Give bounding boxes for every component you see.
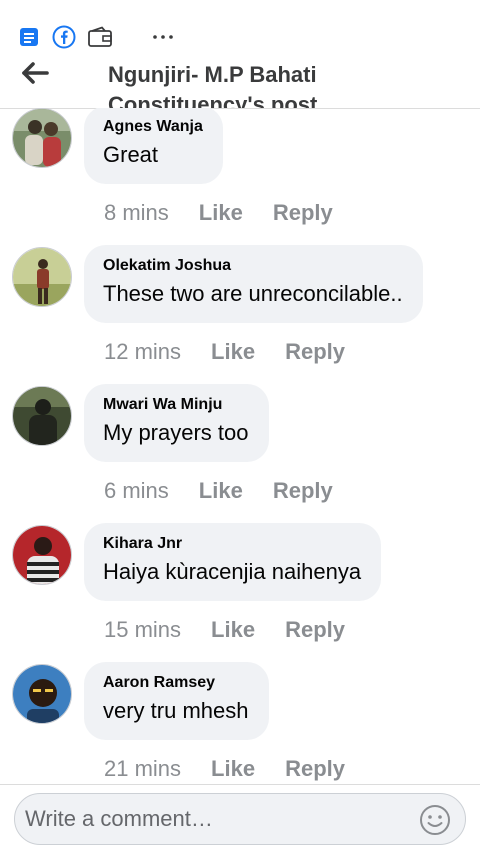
like-button[interactable]: Like [199, 478, 243, 504]
status-bar [0, 0, 480, 19]
facebook-icon[interactable] [51, 24, 77, 50]
like-button[interactable]: Like [211, 339, 255, 365]
comment-item: Olekatim Joshua These two are unreconcil… [0, 245, 480, 386]
page-title-line-1: Ngunjiri- M.P Bahati [108, 62, 317, 87]
comment-input-placeholder: Write a comment… [25, 806, 213, 831]
comment-composer-bar: Write a comment… [0, 784, 480, 854]
reply-button[interactable]: Reply [285, 617, 345, 643]
reply-button[interactable]: Reply [273, 478, 333, 504]
avatar[interactable] [12, 386, 72, 446]
comment-meta: 12 mins Like Reply [104, 337, 345, 367]
comment-item: Aaron Ramsey very tru mhesh 21 mins Like… [0, 662, 480, 784]
notification-bar [0, 18, 480, 59]
page-title-line-2: Constituency's post [108, 92, 318, 109]
screen: Ngunjiri- M.P Bahati Constituency's post… [0, 0, 480, 854]
comment-item: Kihara Jnr Haiya kùracenjia naihenya 15 … [0, 523, 480, 664]
comment-author[interactable]: Agnes Wanja [103, 116, 203, 138]
comment-author[interactable]: Aaron Ramsey [103, 672, 249, 694]
post-header: Ngunjiri- M.P Bahati Constituency's post [0, 58, 480, 109]
comment-bubble[interactable]: Mwari Wa Minju My prayers too [84, 384, 269, 462]
comment-time[interactable]: 6 mins [104, 478, 169, 504]
page-title: Ngunjiri- M.P Bahati Constituency's post [108, 60, 408, 109]
like-button[interactable]: Like [199, 200, 243, 226]
comment-meta: 21 mins Like Reply [104, 754, 345, 784]
like-button[interactable]: Like [211, 756, 255, 782]
more-dots-icon[interactable] [150, 24, 176, 50]
comment-input[interactable]: Write a comment… [14, 793, 466, 845]
comment-bubble[interactable]: Agnes Wanja Great [84, 108, 223, 184]
comment-time[interactable]: 21 mins [104, 756, 181, 782]
notes-icon[interactable] [16, 24, 42, 50]
comment-meta: 8 mins Like Reply [104, 198, 333, 228]
smiley-icon[interactable] [419, 804, 451, 836]
comment-author[interactable]: Kihara Jnr [103, 533, 361, 555]
comment-text: These two are unreconcilable.. [103, 281, 403, 306]
wallet-icon[interactable] [87, 24, 113, 50]
comment-bubble[interactable]: Kihara Jnr Haiya kùracenjia naihenya [84, 523, 382, 601]
comment-meta: 6 mins Like Reply [104, 476, 333, 506]
avatar[interactable] [12, 247, 72, 307]
comment-time[interactable]: 15 mins [104, 617, 181, 643]
comment-text: Great [103, 142, 159, 167]
comment-author[interactable]: Mwari Wa Minju [103, 394, 249, 416]
comment-time[interactable]: 12 mins [104, 339, 181, 365]
reply-button[interactable]: Reply [285, 339, 345, 365]
comment-time[interactable]: 8 mins [104, 200, 169, 226]
comment-text: My prayers too [103, 420, 249, 445]
reply-button[interactable]: Reply [273, 200, 333, 226]
comment-item: Mwari Wa Minju My prayers too 6 mins Lik… [0, 384, 480, 525]
avatar[interactable] [12, 664, 72, 724]
comment-bubble[interactable]: Olekatim Joshua These two are unreconcil… [84, 245, 423, 323]
like-button[interactable]: Like [211, 617, 255, 643]
comment-item: Agnes Wanja Great 8 mins Like Reply [0, 108, 480, 247]
comment-list[interactable]: Agnes Wanja Great 8 mins Like Reply Olek… [0, 108, 480, 784]
comment-text: Haiya kùracenjia naihenya [103, 559, 362, 584]
reply-button[interactable]: Reply [285, 756, 345, 782]
avatar[interactable] [12, 525, 72, 585]
avatar[interactable] [12, 108, 72, 168]
comment-author[interactable]: Olekatim Joshua [103, 255, 403, 277]
comment-meta: 15 mins Like Reply [104, 615, 345, 645]
comment-text: very tru mhesh [103, 698, 249, 723]
back-arrow-icon[interactable] [18, 60, 54, 86]
comment-bubble[interactable]: Aaron Ramsey very tru mhesh [84, 662, 269, 740]
